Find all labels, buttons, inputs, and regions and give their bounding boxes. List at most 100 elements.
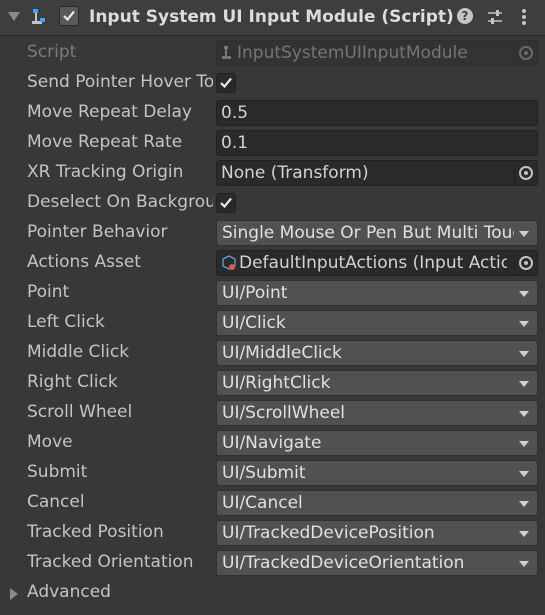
action-row-left-click: Left Click UI/Click [0,308,545,338]
advanced-foldout[interactable]: Advanced [0,578,545,608]
move-repeat-rate-input[interactable]: 0.1 [216,130,538,156]
cancel-action-dropdown[interactable]: UI/Cancel [216,490,538,516]
right-click-action-dropdown[interactable]: UI/RightClick [216,370,538,396]
advanced-label: Advanced [27,582,111,602]
action-row-submit: Submit UI/Submit [0,458,545,488]
component-header[interactable]: Input System UI Input Module (Script) ? [0,0,545,36]
tracked-position-action-dropdown[interactable]: UI/TrackedDevicePosition [216,520,538,546]
component-enabled-checkbox[interactable] [59,6,79,26]
action-value: UI/TrackedDevicePosition [222,523,435,543]
action-row-middle-click: Middle Click UI/MiddleClick [0,338,545,368]
move-repeat-delay-value: 0.5 [221,103,249,123]
move-action-dropdown[interactable]: UI/Navigate [216,430,538,456]
action-row-tracked-orientation: Tracked Orientation UI/TrackedDeviceOrie… [0,548,545,578]
move-repeat-delay-row: Move Repeat Delay 0.5 [0,98,545,128]
chevron-down-icon [519,501,529,507]
submit-action-dropdown[interactable]: UI/Submit [216,460,538,486]
chevron-down-icon [519,321,529,327]
actions-asset-value: DefaultInputActions (Input Action Asset) [239,253,507,273]
action-label: Middle Click [27,342,130,362]
pointer-behavior-label: Pointer Behavior [27,222,168,242]
action-row-right-click: Right Click UI/RightClick [0,368,545,398]
chevron-down-icon [519,441,529,447]
script-file-icon [222,46,231,59]
move-repeat-delay-label: Move Repeat Delay [27,102,192,122]
chevron-down-icon [519,411,529,417]
foldout-arrow-icon[interactable] [8,12,20,21]
scroll-wheel-action-dropdown[interactable]: UI/ScrollWheel [216,400,538,426]
object-picker-button [514,42,536,64]
action-label: Right Click [27,372,118,392]
help-icon[interactable]: ? [457,8,473,24]
checkmark-icon [63,10,75,22]
action-value: UI/Navigate [222,433,322,453]
action-label: Scroll Wheel [27,402,133,422]
component-title: Input System UI Input Module (Script) [89,7,454,27]
action-value: UI/Click [222,313,286,333]
context-menu-icon[interactable] [517,7,531,27]
script-row: Script InputSystemUIInputModule [0,38,545,68]
chevron-down-icon [519,471,529,477]
script-field: InputSystemUIInputModule [216,40,538,66]
pointer-behavior-row: Pointer Behavior Single Mouse Or Pen But… [0,218,545,248]
checkmark-icon [220,197,232,209]
actions-asset-row: Actions Asset DefaultInputActions (Input… [0,248,545,278]
move-repeat-rate-row: Move Repeat Rate 0.1 [0,128,545,158]
chevron-down-icon [519,291,529,297]
action-row-tracked-position: Tracked Position UI/TrackedDevicePositio… [0,518,545,548]
point-action-dropdown[interactable]: UI/Point [216,280,538,306]
object-picker-icon [519,166,533,180]
checkmark-icon [220,77,232,89]
action-row-point: Point UI/Point [0,278,545,308]
presets-icon[interactable] [486,8,504,26]
send-pointer-hover-label: Send Pointer Hover To Parent [27,72,213,92]
xr-tracking-origin-value: None (Transform) [221,163,369,183]
left-click-action-dropdown[interactable]: UI/Click [216,310,538,336]
object-picker-button[interactable] [514,252,536,274]
chevron-down-icon [519,531,529,537]
action-label: Move [27,432,73,452]
chevron-down-icon [519,231,529,237]
script-value: InputSystemUIInputModule [237,43,468,63]
action-value: UI/Submit [222,463,306,483]
chevron-down-icon [519,351,529,357]
actions-asset-label: Actions Asset [27,252,141,272]
action-label: Left Click [27,312,105,332]
action-value: UI/TrackedDeviceOrientation [222,553,465,573]
script-icon [32,9,45,24]
object-picker-icon [519,256,533,270]
pointer-behavior-dropdown[interactable]: Single Mouse Or Pen But Multi Touch And … [216,220,538,246]
action-label: Cancel [27,492,85,512]
move-repeat-rate-label: Move Repeat Rate [27,132,183,152]
chevron-down-icon [519,381,529,387]
action-row-move: Move UI/Navigate [0,428,545,458]
xr-tracking-origin-row: XR Tracking Origin None (Transform) [0,158,545,188]
action-value: UI/MiddleClick [222,343,342,363]
action-row-cancel: Cancel UI/Cancel [0,488,545,518]
object-picker-button[interactable] [514,162,536,184]
action-row-scroll-wheel: Scroll Wheel UI/ScrollWheel [0,398,545,428]
action-value: UI/Point [222,283,288,303]
deselect-on-background-checkbox[interactable] [216,193,236,213]
actions-asset-field[interactable]: DefaultInputActions (Input Action Asset) [216,250,538,276]
action-label: Submit [27,462,88,482]
xr-tracking-origin-field[interactable]: None (Transform) [216,160,538,186]
action-value: UI/ScrollWheel [222,403,346,423]
script-label: Script [27,42,77,62]
action-value: UI/Cancel [222,493,303,513]
input-action-asset-icon [222,255,236,270]
middle-click-action-dropdown[interactable]: UI/MiddleClick [216,340,538,366]
action-label: Tracked Orientation [27,552,194,572]
action-label: Point [27,282,70,302]
xr-tracking-origin-label: XR Tracking Origin [27,162,184,182]
pointer-behavior-value: Single Mouse Or Pen But Multi Touch And … [222,223,514,243]
object-picker-icon [519,46,533,60]
send-pointer-hover-checkbox[interactable] [216,73,236,93]
move-repeat-delay-input[interactable]: 0.5 [216,100,538,126]
deselect-on-background-row: Deselect On Background Click [0,188,545,218]
tracked-orientation-action-dropdown[interactable]: UI/TrackedDeviceOrientation [216,550,538,576]
action-value: UI/RightClick [222,373,331,393]
chevron-down-icon [519,561,529,567]
deselect-on-background-label: Deselect On Background Click [27,192,213,212]
chevron-right-icon[interactable] [10,588,18,600]
